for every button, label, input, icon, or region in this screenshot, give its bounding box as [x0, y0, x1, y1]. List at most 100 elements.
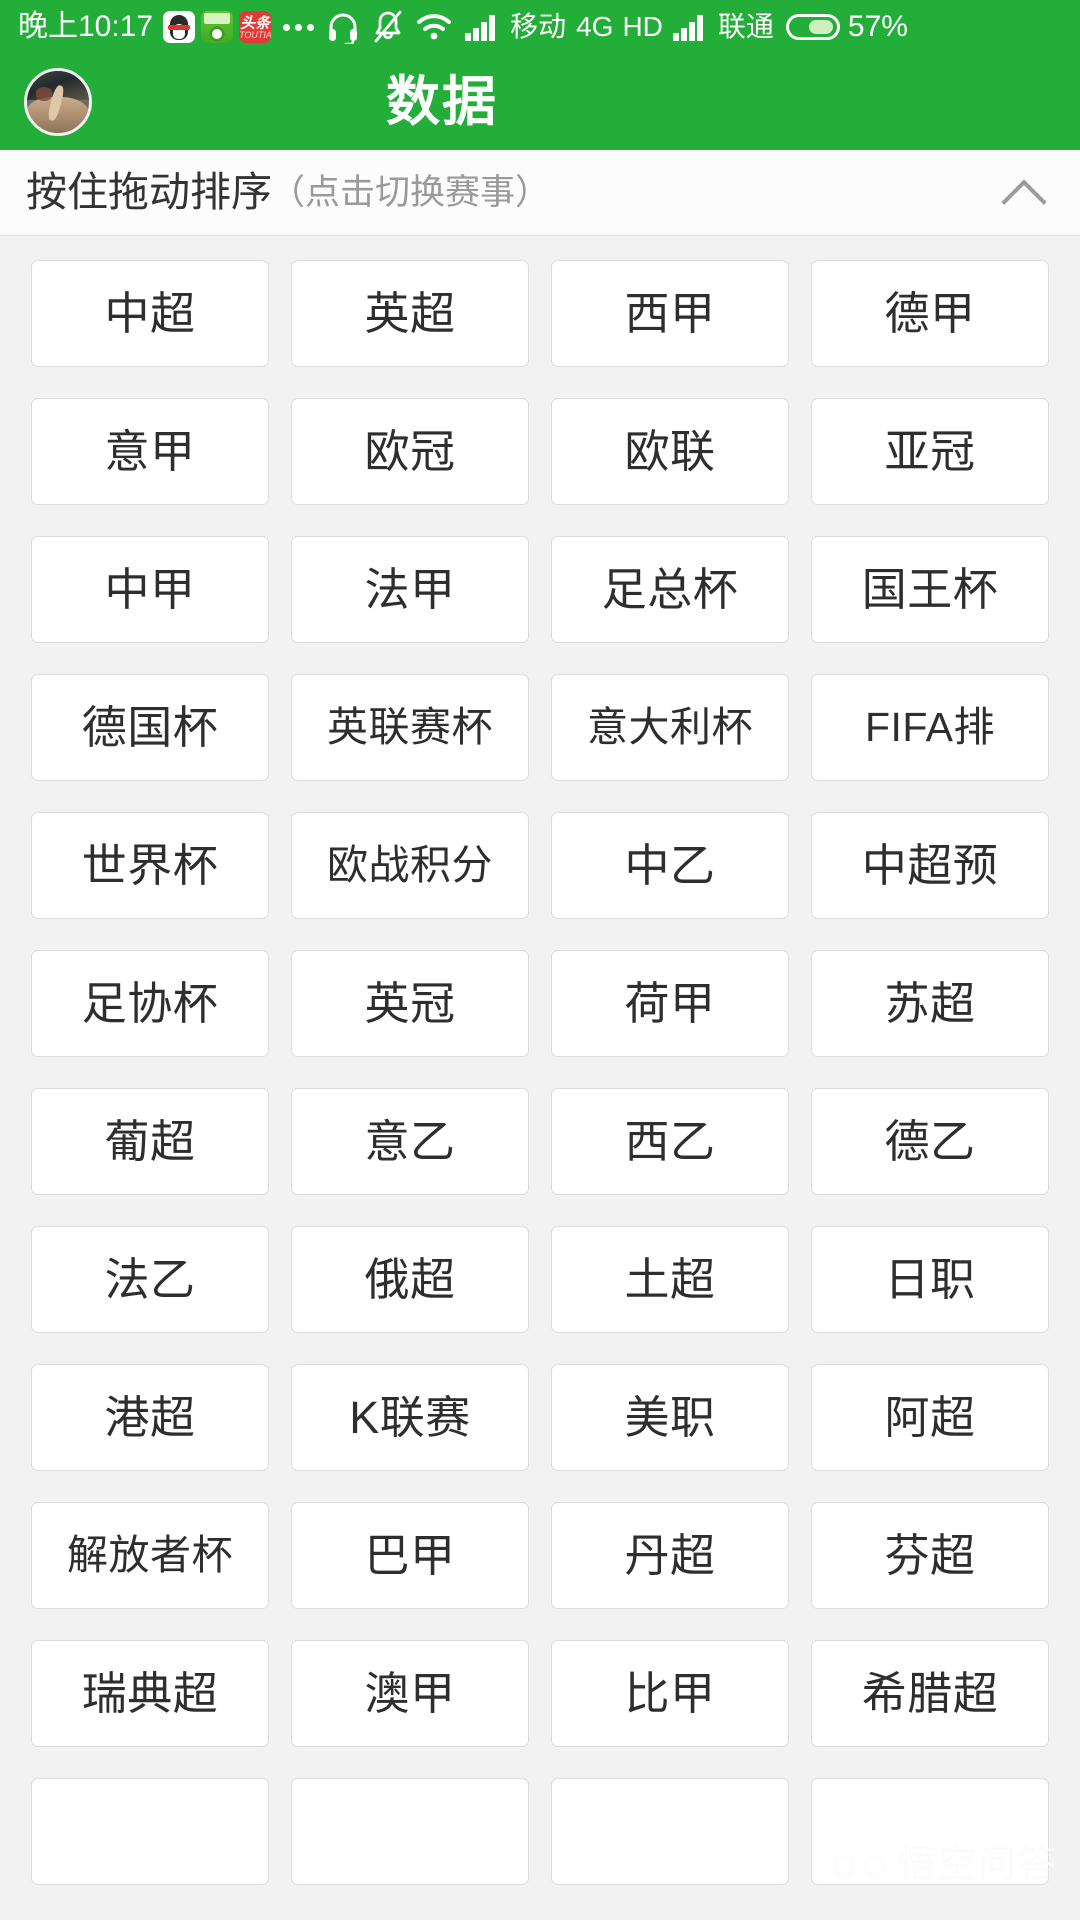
league-cell-label: 中甲 — [104, 564, 196, 615]
league-cell-label: K联赛 — [349, 1392, 471, 1443]
league-cell-label: 亚冠 — [884, 426, 976, 477]
league-cell-label: 法甲 — [364, 564, 456, 615]
league-cell[interactable]: 瑞典超 — [31, 1640, 269, 1747]
notification-overflow-icon — [283, 23, 315, 31]
league-cell-label: 德国杯 — [81, 702, 219, 753]
league-cell[interactable]: 土超 — [551, 1226, 789, 1333]
toutiao-icon-sublabel: TOUTIAO — [239, 30, 271, 40]
league-cell[interactable]: 澳甲 — [291, 1640, 529, 1747]
signal-icon — [465, 15, 496, 41]
league-cell[interactable]: 巴甲 — [291, 1502, 529, 1609]
league-cell[interactable]: 英超 — [291, 260, 529, 367]
league-cell[interactable]: 德乙 — [811, 1088, 1049, 1195]
league-cell[interactable] — [31, 1778, 269, 1885]
carrier-primary-label: 移动 — [510, 11, 567, 42]
league-cell-label: 比甲 — [624, 1668, 716, 1719]
league-cell[interactable]: 国王杯 — [811, 536, 1049, 643]
league-cell[interactable]: 足协杯 — [31, 950, 269, 1057]
bell-muted-icon — [374, 10, 402, 43]
league-cell-label: 西甲 — [624, 288, 716, 339]
league-cell[interactable]: 解放者杯 — [31, 1502, 269, 1609]
sort-header-sub-text: （点击切换赛事） — [270, 173, 551, 212]
status-bar-clock: 晚上10:17 — [18, 10, 154, 43]
league-cell[interactable]: K联赛 — [291, 1364, 529, 1471]
league-cell[interactable]: 中甲 — [31, 536, 269, 643]
league-cell-label: 中乙 — [624, 840, 716, 891]
league-cell[interactable]: 俄超 — [291, 1226, 529, 1333]
league-cell[interactable]: 芬超 — [811, 1502, 1049, 1609]
league-cell[interactable]: 希腊超 — [811, 1640, 1049, 1747]
carrier-secondary-label: 联通 — [717, 11, 774, 42]
chevron-up-icon[interactable] — [1000, 170, 1046, 216]
league-cell[interactable]: 日职 — [811, 1226, 1049, 1333]
league-cell[interactable]: 美职 — [551, 1364, 789, 1471]
league-cell[interactable]: 意大利杯 — [551, 674, 789, 781]
league-cell[interactable] — [551, 1778, 789, 1885]
league-cell-label: 阿超 — [884, 1392, 976, 1443]
league-cell-label: 世界杯 — [81, 840, 219, 891]
league-cell-label: 英冠 — [364, 978, 456, 1029]
battery-icon — [785, 14, 840, 40]
wifi-icon — [417, 14, 452, 40]
league-cell-label: 国王杯 — [861, 564, 999, 615]
league-cell-label: 足总杯 — [601, 564, 739, 615]
headset-icon — [329, 13, 358, 44]
league-cell[interactable]: 阿超 — [811, 1364, 1049, 1471]
league-cell-label: 俄超 — [364, 1254, 456, 1305]
league-cell-label: 欧联 — [624, 426, 716, 477]
league-cell[interactable]: 德甲 — [811, 260, 1049, 367]
battery-percent-label: 57% — [847, 10, 908, 43]
league-cell-label: 瑞典超 — [81, 1668, 219, 1719]
league-cell-label: 荷甲 — [624, 978, 716, 1029]
app-bar: 数据 — [0, 54, 1080, 150]
league-cell[interactable]: 港超 — [31, 1364, 269, 1471]
league-cell[interactable] — [811, 1778, 1049, 1885]
league-cell-label: FIFA排 — [864, 704, 996, 750]
league-cell[interactable]: 中乙 — [551, 812, 789, 919]
league-cell-label: 法乙 — [104, 1254, 196, 1305]
league-cell-label: 希腊超 — [861, 1668, 999, 1719]
league-cell[interactable]: 英联赛杯 — [291, 674, 529, 781]
league-cell-label: 美职 — [624, 1392, 716, 1443]
league-cell[interactable]: 欧战积分 — [291, 812, 529, 919]
league-cell[interactable]: 意甲 — [31, 398, 269, 505]
league-cell[interactable]: 中超 — [31, 260, 269, 367]
league-cell[interactable] — [291, 1778, 529, 1885]
league-cell[interactable]: 比甲 — [551, 1640, 789, 1747]
league-cell-label: 澳甲 — [364, 1668, 456, 1719]
league-cell-label: 港超 — [104, 1392, 196, 1443]
league-cell-label: 芬超 — [884, 1530, 976, 1581]
league-cell[interactable]: 欧联 — [551, 398, 789, 505]
league-cell[interactable]: 法甲 — [291, 536, 529, 643]
league-cell-label: 足协杯 — [81, 978, 219, 1029]
league-cell-label: 中超预 — [861, 840, 999, 891]
league-cell[interactable]: 葡超 — [31, 1088, 269, 1195]
league-cell[interactable]: 英冠 — [291, 950, 529, 1057]
league-cell[interactable]: 西乙 — [551, 1088, 789, 1195]
hd-label: HD — [622, 11, 663, 42]
toutiao-icon-label: 头条 — [240, 15, 271, 32]
league-cell-label: 中超 — [104, 288, 196, 339]
league-cell[interactable]: 西甲 — [551, 260, 789, 367]
league-cell[interactable]: 欧冠 — [291, 398, 529, 505]
league-cell[interactable]: 意乙 — [291, 1088, 529, 1195]
league-cell[interactable]: 德国杯 — [31, 674, 269, 781]
league-cell[interactable]: 中超预 — [811, 812, 1049, 919]
league-cell[interactable]: 足总杯 — [551, 536, 789, 643]
league-cell-label: 解放者杯 — [67, 1532, 233, 1578]
league-cell-label: 英联赛杯 — [327, 704, 493, 750]
league-cell[interactable]: 苏超 — [811, 950, 1049, 1057]
league-cell-label: 葡超 — [104, 1116, 196, 1167]
league-cell[interactable]: 荷甲 — [551, 950, 789, 1057]
league-cell[interactable]: FIFA排 — [811, 674, 1049, 781]
network-type-label: 4G — [576, 11, 614, 42]
league-cell[interactable]: 法乙 — [31, 1226, 269, 1333]
app-root: 晚上10:17 头条 TOUTIAO — [0, 0, 1080, 1920]
sort-header-bar[interactable]: 按住拖动排序 （点击切换赛事） — [0, 150, 1080, 236]
league-cell-label: 苏超 — [884, 978, 976, 1029]
league-grid-container: 中超 英超 西甲 德甲意甲 欧冠 欧联 亚冠中甲 法甲 足总杯 国王杯德国杯 英联赛杯 意大利杯 FIF… — [0, 236, 1080, 1900]
league-cell-label: 欧战积分 — [327, 842, 493, 888]
league-cell[interactable]: 亚冠 — [811, 398, 1049, 505]
league-cell[interactable]: 丹超 — [551, 1502, 789, 1609]
league-cell[interactable]: 世界杯 — [31, 812, 269, 919]
